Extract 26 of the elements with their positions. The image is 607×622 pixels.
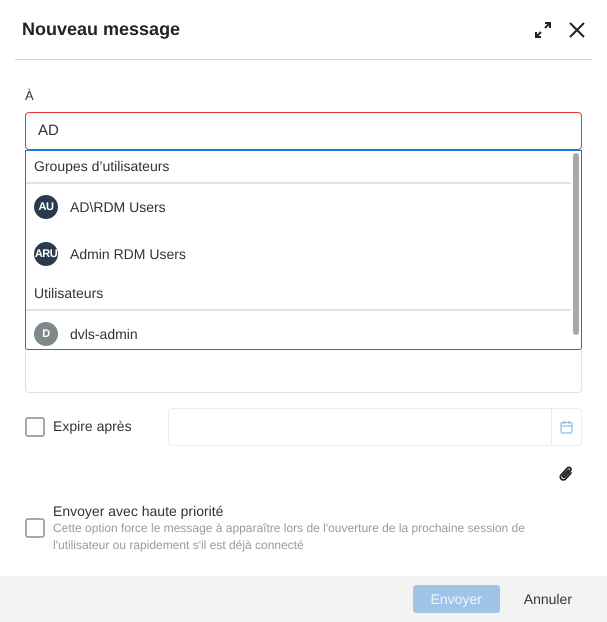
expire-label: Expire après <box>53 417 133 436</box>
dialog-title: Nouveau message <box>22 18 182 41</box>
priority-checkbox[interactable] <box>25 518 45 538</box>
group-heading: Groupes d’utilisateurs <box>26 150 571 184</box>
priority-description: Cette option force le message à apparaître lors de l'ouverture de la prochaine session de l'utilisateur ou rapidement s'il est déjà connecté <box>53 520 526 554</box>
paperclip-icon[interactable] <box>558 464 574 482</box>
priority-label: Envoyer avec haute priorité <box>53 502 224 520</box>
recipient-field[interactable]: AD <box>25 112 582 150</box>
expire-checkbox[interactable] <box>25 416 45 436</box>
suggestion-name: AD\RDM Users <box>70 198 166 216</box>
avatar: AU <box>34 195 58 219</box>
suggestion-name: Admin RDM Users <box>70 244 186 264</box>
avatar: ARU <box>34 242 58 266</box>
date-field[interactable] <box>168 408 582 446</box>
field-label: À <box>25 87 35 105</box>
suggestion-name: dvls-admin <box>70 324 138 344</box>
suggestion-item[interactable]: AU AD\RDM Users <box>26 184 571 230</box>
expand-icon[interactable] <box>534 20 552 38</box>
suggestion-item[interactable]: D dvls-admin <box>26 310 571 348</box>
cancel-button[interactable]: Annuler <box>512 585 584 613</box>
suggestion-item[interactable]: ARU Admin RDM Users <box>26 230 571 278</box>
close-icon[interactable] <box>569 22 585 38</box>
group-heading: Utilisateurs <box>26 278 571 310</box>
scrollbar-thumb[interactable] <box>573 152 579 334</box>
avatar: D <box>34 322 58 346</box>
calendar-icon[interactable] <box>560 420 573 434</box>
